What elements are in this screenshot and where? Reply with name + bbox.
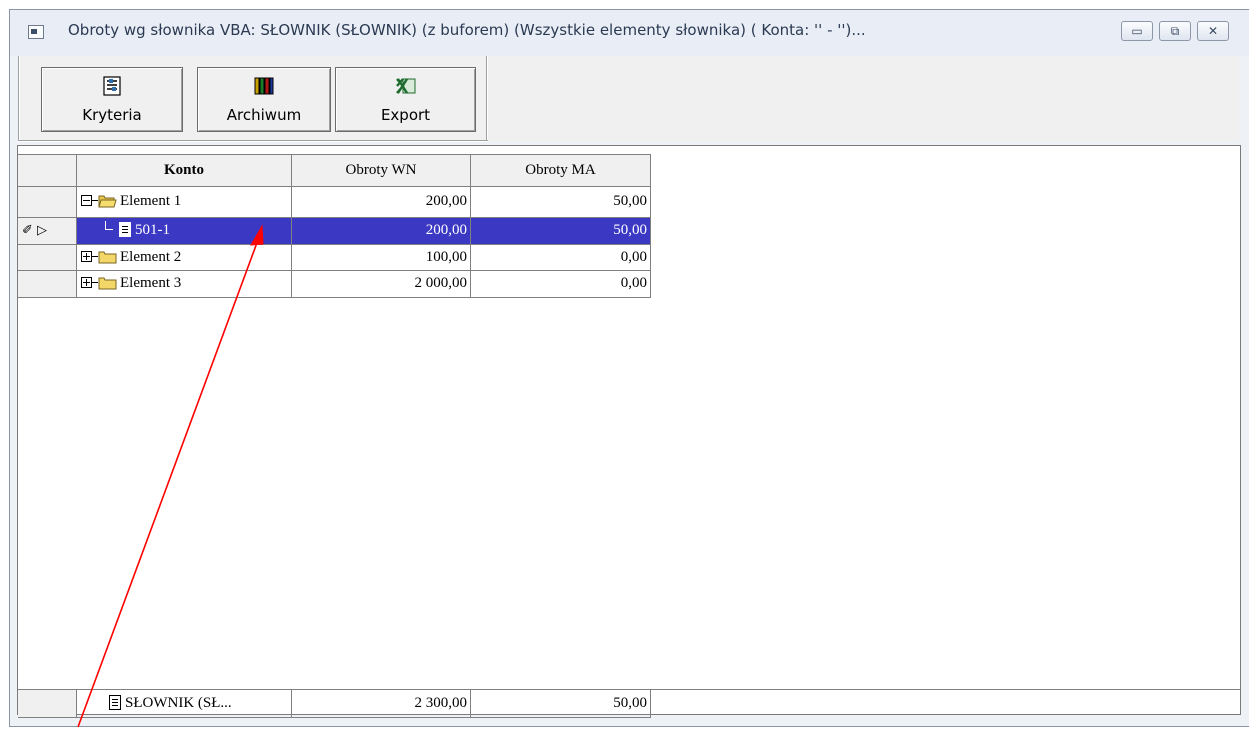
books-icon	[254, 77, 274, 95]
kryteria-button[interactable]: Kryteria	[41, 67, 183, 132]
column-header-obroty-ma[interactable]: Obroty MA	[471, 154, 651, 187]
row-indicator[interactable]	[18, 271, 77, 298]
footer-filler	[651, 689, 1240, 718]
export-label: Export	[380, 106, 431, 124]
tree-connector	[105, 221, 113, 230]
archiwum-button[interactable]: Archiwum	[197, 67, 331, 132]
footer-konto-label: SŁOWNIK (SŁ...	[125, 695, 232, 711]
toolbar-bottom-edge	[18, 140, 488, 142]
document-icon	[109, 695, 121, 711]
archiwum-label: Archiwum	[226, 106, 302, 124]
table-cell-obroty-ma[interactable]: 0,00	[471, 271, 651, 298]
window-title: Obroty wg słownika VBA: SŁOWNIK (SŁOWNIK…	[68, 21, 866, 39]
title-bar[interactable]: Obroty wg słownika VBA: SŁOWNIK (SŁOWNIK…	[10, 10, 1249, 56]
export-button[interactable]: Export	[335, 67, 476, 132]
footer-total-obroty-ma: 50,00	[471, 689, 651, 718]
table-row-konto[interactable]: Element 1	[77, 187, 292, 218]
folder-open-icon	[98, 195, 117, 208]
criteria-icon	[103, 76, 121, 96]
row-indicator-current[interactable]: ✐ ▷	[18, 218, 77, 245]
footer-total-obroty-wn: 2 300,00	[292, 689, 471, 718]
kryteria-label: Kryteria	[82, 106, 142, 124]
table-cell-obroty-wn[interactable]: 200,00	[292, 187, 471, 218]
table-row-konto[interactable]: Element 2	[77, 245, 292, 271]
expand-icon[interactable]	[81, 277, 92, 289]
document-icon	[119, 222, 131, 238]
collapse-icon[interactable]	[81, 195, 92, 207]
footer-indicator	[18, 689, 77, 718]
footer-konto: SŁOWNIK (SŁ...	[77, 689, 292, 718]
table-cell-obroty-ma[interactable]: 50,00	[471, 218, 651, 245]
restore-button[interactable]: ⧉	[1159, 21, 1191, 41]
table-cell-obroty-ma[interactable]: 0,00	[471, 245, 651, 271]
tree-node-label: Element 2	[120, 249, 182, 265]
excel-icon	[395, 78, 415, 94]
minimize-button[interactable]: ▭	[1121, 21, 1153, 41]
app-window-icon[interactable]	[28, 25, 44, 39]
folder-icon	[98, 251, 117, 264]
tree-node-label: 501-1	[135, 222, 170, 238]
expand-icon[interactable]	[81, 251, 92, 263]
tree-node-label: Element 3	[120, 275, 182, 291]
folder-icon	[98, 277, 117, 290]
header-indicator-corner[interactable]	[18, 154, 77, 187]
table-row-konto-selected[interactable]: 501-1	[77, 218, 292, 245]
column-header-konto[interactable]: Konto	[77, 154, 292, 187]
table-cell-obroty-ma[interactable]: 50,00	[471, 187, 651, 218]
table-cell-obroty-wn[interactable]: 2 000,00	[292, 271, 471, 298]
column-header-obroty-wn[interactable]: Obroty WN	[292, 154, 471, 187]
tree-node-label: Element 1	[120, 193, 182, 209]
table-cell-obroty-wn[interactable]: 200,00	[292, 218, 471, 245]
table-row-konto[interactable]: Element 3	[77, 271, 292, 298]
toolbar-separator	[486, 56, 488, 140]
table-cell-obroty-wn[interactable]: 100,00	[292, 245, 471, 271]
toolbar-grip	[18, 56, 20, 140]
close-button[interactable]: ✕	[1197, 21, 1229, 41]
row-indicator[interactable]	[18, 187, 77, 218]
row-indicator[interactable]	[18, 245, 77, 271]
